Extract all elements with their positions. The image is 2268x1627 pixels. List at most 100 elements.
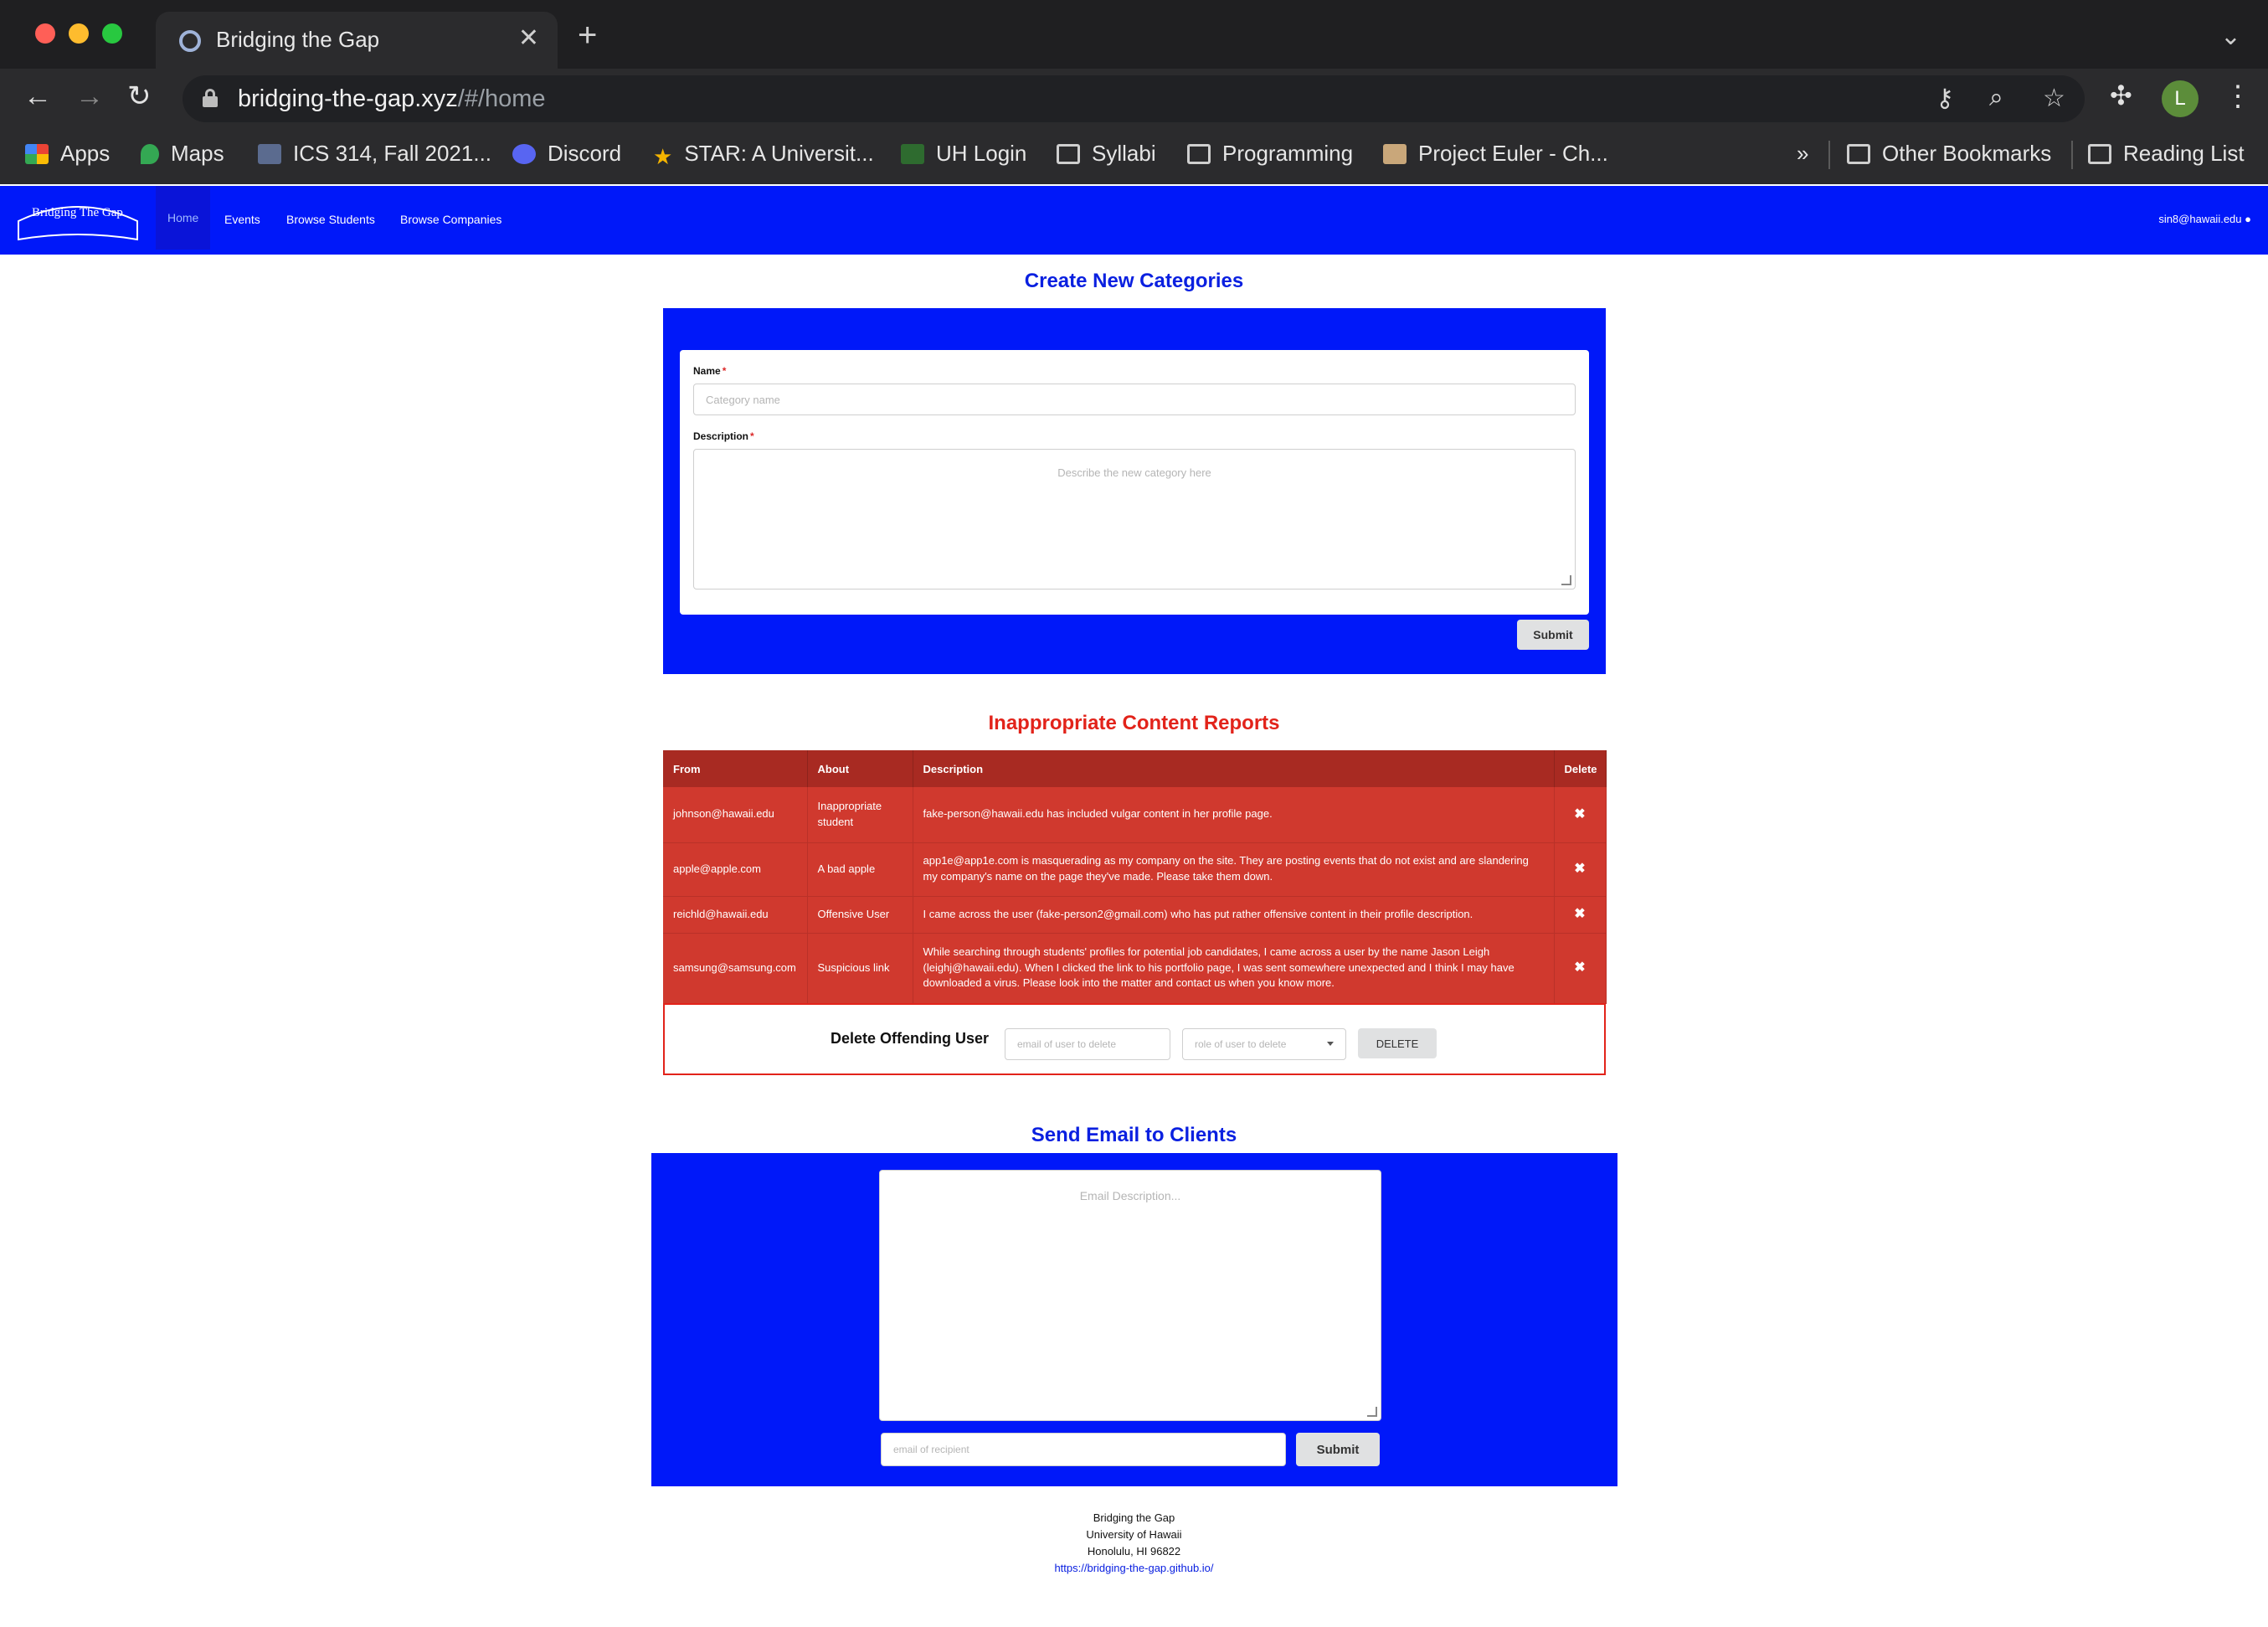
nav-home[interactable]: Home bbox=[156, 186, 211, 250]
user-icon: ● bbox=[2245, 213, 2251, 225]
report-from: samsung@samsung.com bbox=[663, 933, 808, 1004]
delete-report-icon[interactable]: ✖ bbox=[1554, 896, 1607, 934]
bookmark-uh-login[interactable]: UH Login bbox=[901, 141, 1026, 167]
close-window-button[interactable] bbox=[35, 23, 55, 44]
report-about: Suspicious link bbox=[807, 933, 913, 1004]
category-submit-button[interactable]: Submit bbox=[1517, 620, 1589, 650]
site-logo[interactable]: Bridging The Gap bbox=[15, 198, 141, 243]
minimize-window-button[interactable] bbox=[69, 23, 89, 44]
column-header-delete: Delete bbox=[1554, 750, 1607, 787]
table-row: reichld@hawaii.edu Offensive User I came… bbox=[663, 896, 1607, 934]
toolbar: ← → ↻ bridging-the-gap.xyz/#/home ⚷ ⌕ ☆ … bbox=[0, 69, 2268, 129]
bookmarks-divider bbox=[1828, 141, 1830, 169]
nav-browse-companies[interactable]: Browse Companies bbox=[400, 213, 501, 226]
reports-title: Inappropriate Content Reports bbox=[988, 712, 1280, 734]
apps-grid-icon bbox=[25, 144, 49, 164]
report-description: I came across the user (fake-person2@gma… bbox=[913, 896, 1555, 934]
nav-browse-students[interactable]: Browse Students bbox=[286, 213, 375, 226]
column-header-from: From bbox=[663, 750, 808, 787]
browser-tab[interactable]: Bridging the Gap ✕ bbox=[156, 12, 558, 69]
footer-line: Bridging the Gap bbox=[1093, 1511, 1175, 1524]
new-tab-button[interactable]: + bbox=[578, 18, 597, 52]
extensions-puzzle-icon[interactable]: ✣ bbox=[2110, 82, 2132, 109]
bookmark-star-icon[interactable]: ☆ bbox=[2043, 84, 2065, 113]
tab-title: Bridging the Gap bbox=[216, 27, 380, 52]
description-label: Description * bbox=[693, 430, 754, 442]
logo-arch-icon bbox=[18, 206, 138, 241]
create-categories-title: Create New Categories bbox=[1024, 270, 1244, 292]
resize-grip-icon[interactable] bbox=[1561, 575, 1571, 585]
category-description-textarea[interactable]: Describe the new category here bbox=[693, 449, 1576, 590]
resize-grip-icon[interactable] bbox=[1367, 1407, 1377, 1417]
bookmark-apps[interactable]: Apps bbox=[25, 141, 110, 167]
report-description: app1e@app1e.com is masquerading as my co… bbox=[913, 842, 1555, 897]
reload-icon[interactable]: ↻ bbox=[127, 82, 152, 111]
other-bookmarks[interactable]: Other Bookmarks bbox=[1847, 141, 2051, 167]
report-from: reichld@hawaii.edu bbox=[663, 896, 808, 934]
bookmark-discord[interactable]: Discord bbox=[512, 141, 621, 167]
name-label: Name * bbox=[693, 365, 727, 377]
table-row: johnson@hawaii.edu Inappropriate student… bbox=[663, 787, 1607, 843]
logo-text: Bridging The Gap bbox=[32, 206, 123, 219]
delete-report-icon[interactable]: ✖ bbox=[1554, 842, 1607, 897]
maximize-window-button[interactable] bbox=[102, 23, 122, 44]
footer-link[interactable]: https://bridging-the-gap.github.io/ bbox=[0, 1560, 2268, 1577]
delete-role-select[interactable]: role of user to delete bbox=[1182, 1028, 1346, 1060]
table-row: apple@apple.com A bad apple app1e@app1e.… bbox=[663, 842, 1607, 897]
category-name-input[interactable]: Category name bbox=[693, 384, 1576, 415]
delete-report-icon[interactable]: ✖ bbox=[1554, 787, 1607, 843]
email-submit-button[interactable]: Submit bbox=[1296, 1433, 1380, 1466]
zoom-icon[interactable]: ⌕ bbox=[1989, 84, 2003, 112]
web-page: Bridging The Gap Home Events Browse Stud… bbox=[0, 184, 2268, 1627]
column-header-about: About bbox=[807, 750, 913, 787]
create-categories-panel: Name * Category name Description * Describ… bbox=[663, 308, 1606, 674]
uh-icon bbox=[901, 144, 924, 164]
forward-icon[interactable]: → bbox=[75, 82, 104, 111]
back-icon[interactable]: ← bbox=[23, 82, 52, 111]
tab-close-icon[interactable]: ✕ bbox=[518, 23, 539, 53]
nav-events[interactable]: Events bbox=[224, 213, 260, 226]
user-menu[interactable]: sin8@hawaii.edu ● bbox=[2158, 213, 2251, 225]
more-bookmarks-chevron-icon[interactable]: » bbox=[1797, 141, 1808, 167]
address-bar[interactable]: bridging-the-gap.xyz/#/home ⚷ ⌕ ☆ bbox=[183, 75, 2085, 122]
profile-avatar[interactable]: L bbox=[2162, 80, 2199, 117]
footer-line: University of Hawaii bbox=[1086, 1528, 1182, 1541]
email-recipient-input[interactable]: email of recipient bbox=[881, 1433, 1286, 1466]
folder-icon bbox=[1057, 144, 1080, 164]
bookmark-maps[interactable]: Maps bbox=[141, 141, 224, 167]
discord-icon bbox=[512, 144, 536, 164]
delete-email-input[interactable]: email of user to delete bbox=[1005, 1028, 1170, 1060]
footer-line: Honolulu, HI 96822 bbox=[1087, 1545, 1181, 1557]
bookmark-project-euler[interactable]: Project Euler - Ch... bbox=[1383, 141, 1608, 167]
url-text: bridging-the-gap.xyz/#/home bbox=[238, 85, 546, 112]
page-icon bbox=[258, 144, 281, 164]
dropdown-caret-icon bbox=[1327, 1042, 1334, 1046]
report-description: fake-person@hawaii.edu has included vulg… bbox=[913, 787, 1555, 843]
tab-search-chevron-icon[interactable]: ⌄ bbox=[2220, 22, 2241, 51]
site-navbar: Bridging The Gap Home Events Browse Stud… bbox=[0, 186, 2268, 255]
delete-user-label: Delete Offending User bbox=[831, 1030, 990, 1047]
delete-user-button[interactable]: DELETE bbox=[1358, 1028, 1437, 1058]
report-from: johnson@hawaii.edu bbox=[663, 787, 808, 843]
email-description-textarea[interactable]: Email Description... bbox=[879, 1170, 1381, 1421]
delete-report-icon[interactable]: ✖ bbox=[1554, 933, 1607, 1004]
maps-pin-icon bbox=[141, 144, 159, 164]
table-header-row: From About Description Delete bbox=[663, 750, 1607, 787]
tab-favicon-icon bbox=[179, 30, 201, 52]
lock-icon[interactable] bbox=[203, 89, 218, 107]
tab-strip: Bridging the Gap ✕ + ⌄ bbox=[0, 0, 2268, 69]
bookmarks-bar: Apps Maps ICS 314, Fall 2021... Discord … bbox=[0, 129, 2268, 184]
category-form: Name * Category name Description * Describ… bbox=[680, 350, 1589, 615]
reading-list[interactable]: Reading List bbox=[2088, 141, 2245, 167]
bookmarks-divider bbox=[2071, 141, 2073, 169]
send-email-title: Send Email to Clients bbox=[1031, 1124, 1237, 1146]
table-row: samsung@samsung.com Suspicious link Whil… bbox=[663, 933, 1607, 1004]
menu-kebab-icon[interactable]: ⋮ bbox=[2224, 82, 2252, 111]
folder-icon bbox=[1187, 144, 1211, 164]
bookmark-syllabi[interactable]: Syllabi bbox=[1057, 141, 1156, 167]
bookmark-star[interactable]: ★ STAR: A Universit... bbox=[653, 141, 874, 169]
bookmark-ics314[interactable]: ICS 314, Fall 2021... bbox=[258, 141, 491, 167]
key-icon[interactable]: ⚷ bbox=[1936, 84, 1954, 113]
bookmark-programming[interactable]: Programming bbox=[1187, 141, 1353, 167]
column-header-description: Description bbox=[913, 750, 1555, 787]
